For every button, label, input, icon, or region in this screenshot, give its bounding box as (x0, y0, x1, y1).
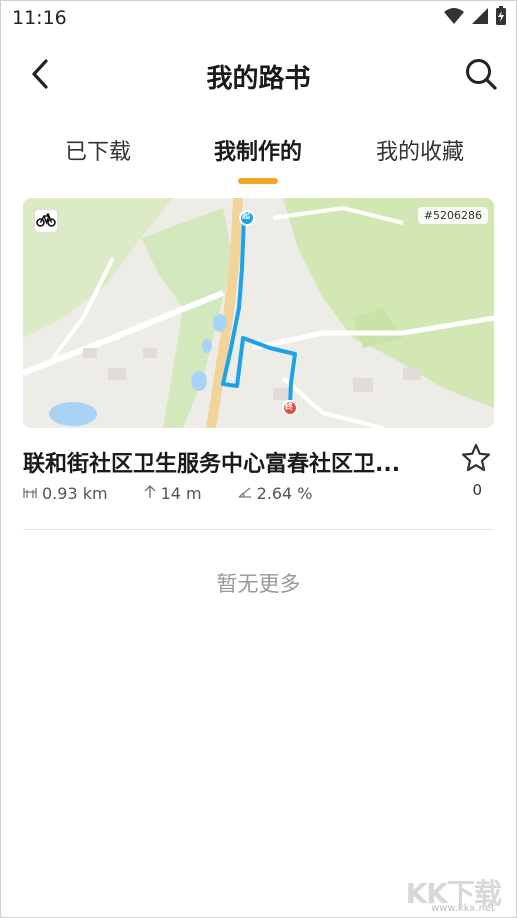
status-icons (443, 6, 507, 30)
tab-favorites[interactable]: 我的收藏 (334, 130, 506, 186)
signal-icon (471, 7, 489, 29)
status-time: 11:16 (12, 7, 67, 29)
favorite-count: 0 (472, 481, 482, 499)
route-type-badge (34, 209, 58, 233)
route-card[interactable]: 起 终 #5206286 联和街社区卫生服务中心富春社区卫... 0 0.93 … (23, 198, 494, 528)
tab-label: 我制作的 (213, 140, 302, 165)
slope-icon (238, 484, 252, 503)
tab-label: 已下载 (64, 140, 131, 165)
battery-charging-icon (495, 6, 507, 30)
route-title[interactable]: 联和街社区卫生服务中心富春社区卫... (23, 446, 455, 478)
grade-value: 2.64 % (256, 484, 313, 503)
header: 我的路书 (0, 40, 517, 112)
search-icon (464, 57, 498, 95)
stat-distance: 0.93 km (23, 484, 108, 503)
bicycle-icon (36, 212, 56, 231)
search-button[interactable] (459, 54, 503, 98)
no-more-text: 暂无更多 (216, 572, 301, 596)
page-title: 我的路书 (206, 64, 311, 94)
favorite-button[interactable] (458, 442, 494, 478)
arrow-up-icon (144, 484, 156, 503)
list-divider (23, 529, 494, 530)
active-tab-indicator (238, 178, 278, 184)
watermark: KK下载 www.kkx.net (391, 872, 502, 914)
route-map[interactable]: 起 终 #5206286 (23, 198, 494, 428)
distance-icon (23, 484, 37, 503)
tab-label: 我的收藏 (375, 140, 464, 165)
map-image (23, 198, 494, 428)
route-end-marker: 终 (285, 402, 293, 411)
tab-downloaded[interactable]: 已下载 (12, 130, 184, 186)
route-start-marker: 起 (242, 211, 250, 220)
stat-elevation: 14 m (144, 484, 202, 503)
route-id-badge: #5206286 (417, 207, 488, 224)
status-bar: 11:16 (0, 0, 517, 36)
route-stats: 0.93 km 14 m 2.64 % (23, 484, 349, 503)
stat-grade: 2.64 % (238, 484, 313, 503)
distance-value: 0.93 km (42, 484, 108, 503)
wifi-icon (443, 7, 465, 29)
elevation-value: 14 m (160, 484, 202, 503)
star-outline-icon (460, 442, 492, 478)
watermark-url: www.kkx.net (431, 903, 495, 914)
